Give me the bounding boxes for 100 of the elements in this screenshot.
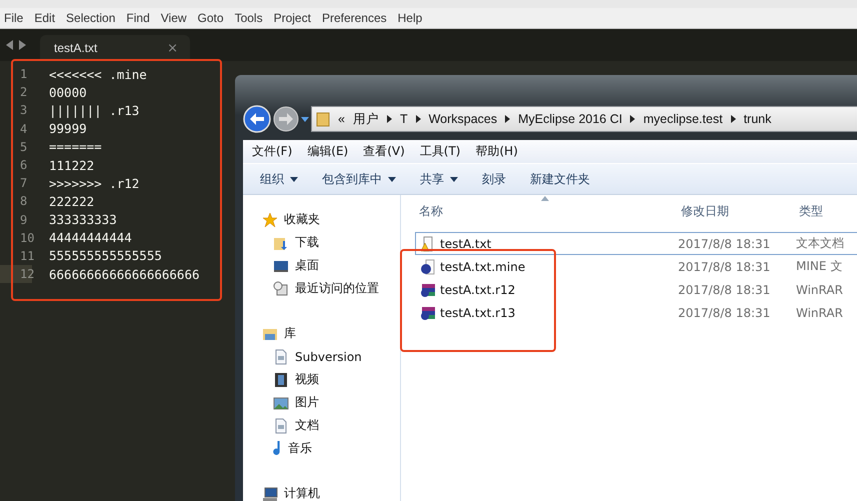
chevron-right-icon	[505, 115, 510, 123]
column-header[interactable]: 修改日期	[663, 202, 781, 220]
menu-item[interactable]: Goto	[198, 11, 224, 25]
breadcrumb[interactable]: Workspaces	[428, 112, 498, 126]
menu-item[interactable]: File	[4, 11, 24, 25]
menu-item[interactable]: Find	[126, 11, 150, 25]
document-icon	[273, 348, 289, 364]
dropdown-caret-icon	[301, 116, 309, 122]
code-line: 66666666666666666666	[49, 266, 200, 282]
computer-icon	[262, 486, 278, 501]
line-number: 5	[19, 138, 28, 156]
overflow-chevron[interactable]: «	[338, 112, 345, 126]
menu-item[interactable]: Selection	[66, 11, 116, 25]
breadcrumb[interactable]: MyEclipse 2016 CI	[518, 112, 622, 126]
nav-item[interactable]: 下载	[243, 231, 400, 254]
picture-icon	[273, 394, 289, 410]
breadcrumb[interactable]: trunk	[744, 112, 772, 126]
menu-item[interactable]: Edit	[34, 11, 56, 25]
menu-item[interactable]: 查看(V)	[363, 143, 405, 160]
nav-item[interactable]: 音乐	[243, 437, 400, 460]
chevron-right-icon	[386, 115, 392, 123]
column-header[interactable]: 类型	[781, 202, 857, 220]
nav-item[interactable]: 收藏夹	[243, 208, 400, 231]
forward-button[interactable]	[273, 106, 299, 132]
menu-item[interactable]: 工具(T)	[420, 143, 460, 160]
toolbar-button[interactable]: 组织	[260, 170, 298, 188]
back-button[interactable]	[243, 105, 271, 133]
code-line: =======	[49, 139, 102, 154]
toolbar-button[interactable]: 包含到库中	[322, 170, 396, 188]
nav-item[interactable]: 文档	[243, 414, 400, 437]
folder-icon	[316, 111, 330, 127]
menu-item[interactable]: Help	[398, 11, 422, 25]
line-number: 2	[19, 84, 28, 102]
code-line: 333333333	[49, 212, 117, 228]
address-bar[interactable]: « 用户 T Workspaces MyEclipse 2016 CI myeclipse.test trunk	[311, 106, 857, 132]
file-date: 2017/8/8 18:31	[678, 282, 772, 296]
menu-item[interactable]: 帮助(H)	[476, 143, 518, 160]
line-number: 3	[19, 102, 28, 120]
editor-tab[interactable]: testA.txt ×	[40, 35, 190, 61]
code-line: >>>>>>> .r12	[49, 176, 140, 191]
nav-item[interactable]: 库	[243, 322, 400, 345]
music-note-icon	[273, 441, 282, 456]
file-row[interactable]: testA.txt.r13 2017/8/8 18:31 WinRAR	[415, 301, 857, 324]
line-number: 1	[19, 66, 28, 84]
toolbar-button[interactable]: 共享	[420, 170, 458, 188]
menu-item[interactable]: 文件(F)	[252, 143, 292, 160]
file-row[interactable]: testA.txt 2017/8/8 18:31 文本文档	[415, 232, 857, 255]
code-line: <<<<<<< .mine	[49, 66, 147, 82]
film-icon	[273, 372, 289, 388]
menu-item[interactable]: View	[160, 11, 187, 25]
file-name: testA.txt.mine	[416, 258, 678, 274]
file-type: MINE 文	[796, 258, 844, 275]
nav-item[interactable]: 桌面	[243, 254, 400, 277]
line-number: 10	[19, 230, 32, 247]
nav-item[interactable]: 计算机	[243, 482, 400, 501]
menu-item[interactable]: 编辑(E)	[307, 143, 348, 160]
breadcrumb[interactable]: 用户	[352, 110, 379, 128]
file-row[interactable]: testA.txt.r12 2017/8/8 18:31 WinRAR	[415, 278, 857, 301]
line-number: 4	[19, 120, 28, 138]
breadcrumb[interactable]: T	[400, 112, 408, 126]
archive-file-icon	[420, 282, 436, 298]
file-name: testA.txt.r12	[416, 282, 678, 298]
chevron-right-icon	[416, 115, 421, 123]
file-name: testA.txt.r13	[416, 304, 678, 320]
code-line: 00000	[49, 84, 87, 100]
chevron-right-icon	[730, 115, 736, 123]
menu-item[interactable]: Tools	[234, 11, 263, 25]
file-row[interactable]: testA.txt.mine 2017/8/8 18:31 MINE 文	[415, 255, 857, 278]
line-number: 6	[19, 157, 28, 174]
menu-item[interactable]: Preferences	[322, 11, 387, 25]
code-line: 111222	[49, 158, 94, 173]
arrow-left-icon[interactable]	[6, 40, 13, 50]
nav-item[interactable]: 最近访问的位置	[243, 277, 400, 300]
file-date: 2017/8/8 18:31	[678, 260, 772, 274]
nav-item[interactable]: Subversion	[243, 345, 400, 368]
nav-item[interactable]: 图片	[243, 391, 400, 414]
file-date: 2017/8/8 18:31	[678, 236, 772, 250]
arrow-right-icon[interactable]	[19, 40, 26, 50]
document-icon	[273, 418, 289, 434]
close-icon[interactable]: ×	[167, 40, 178, 56]
code-line: 99999	[49, 121, 87, 136]
code-line: 222222	[49, 194, 94, 209]
toolbar-button[interactable]: 新建文件夹	[530, 170, 590, 188]
chevron-right-icon	[630, 115, 636, 123]
file-type: WinRAR	[796, 282, 844, 296]
breadcrumb[interactable]: myeclipse.test	[643, 112, 723, 126]
star-icon	[262, 212, 278, 228]
file-type: WinRAR	[796, 306, 844, 320]
recent-places-icon	[273, 280, 289, 296]
line-number: 12	[0, 265, 32, 284]
tab-label: testA.txt	[54, 41, 98, 55]
column-header[interactable]: 名称	[401, 202, 663, 220]
code-line: 44444444444	[49, 230, 132, 246]
line-number: 9	[19, 212, 28, 229]
toolbar-button[interactable]: 刻录	[482, 170, 506, 188]
file-date: 2017/8/8 18:31	[678, 306, 772, 320]
nav-item[interactable]: 视频	[243, 368, 400, 391]
code-line: 555555555555555	[49, 248, 162, 264]
question-file-icon	[420, 258, 436, 274]
menu-item[interactable]: Project	[274, 11, 311, 25]
